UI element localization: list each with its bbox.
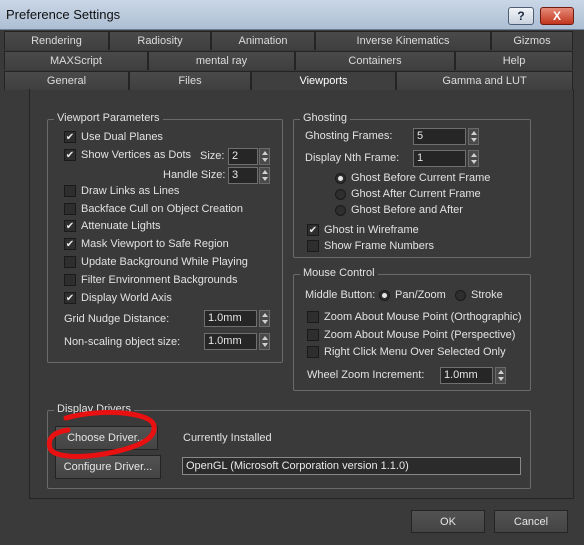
non-scaling-input[interactable]: 1.0mm [204,333,257,350]
cancel-button[interactable]: Cancel [494,510,568,533]
mouse-control-legend: Mouse Control [300,267,378,279]
tab-animation[interactable]: Animation [211,31,315,50]
tab-gizmos[interactable]: Gizmos [491,31,573,50]
ghost-before-radio[interactable] [335,173,346,184]
choose-driver-button[interactable]: Choose Driver... [55,426,158,450]
update-background-label: Update Background While Playing [81,256,248,268]
show-vertices-as-dots-checkbox[interactable]: ✔ [64,149,76,161]
close-button[interactable]: X [540,7,574,25]
mask-viewport-checkbox[interactable]: ✔ [64,238,76,250]
pan-zoom-label: Pan/Zoom [395,289,446,301]
use-dual-planes-label: Use Dual Planes [81,131,163,143]
attenuate-lights-checkbox[interactable]: ✔ [64,220,76,232]
configure-driver-button[interactable]: Configure Driver... [55,455,161,479]
draw-links-as-lines-label: Draw Links as Lines [81,185,180,197]
size-spinner[interactable] [259,148,270,165]
tab-radiosity[interactable]: Radiosity [109,31,211,50]
ok-button[interactable]: OK [411,510,485,533]
show-frame-numbers-checkbox[interactable] [307,240,319,252]
ghost-in-wireframe-checkbox[interactable]: ✔ [307,224,319,236]
currently-installed-label: Currently Installed [183,432,272,444]
tab-mental-ray[interactable]: mental ray [148,51,295,70]
right-click-menu-label: Right Click Menu Over Selected Only [324,346,506,358]
ghost-after-radio[interactable] [335,189,346,200]
display-nth-frame-label: Display Nth Frame: [305,152,400,164]
display-nth-frame-spinner[interactable] [468,150,479,167]
backface-cull-checkbox[interactable] [64,203,76,215]
pan-zoom-radio[interactable] [379,290,390,301]
draw-links-as-lines-checkbox[interactable] [64,185,76,197]
display-world-axis-label: Display World Axis [81,292,172,304]
wheel-zoom-spinner[interactable] [495,367,506,384]
handle-size-label: Handle Size: [163,169,226,181]
tab-gamma-and-lut[interactable]: Gamma and LUT [396,71,573,90]
right-click-menu-checkbox[interactable] [307,346,319,358]
middle-button-label: Middle Button: [305,289,376,301]
zoom-persp-label: Zoom About Mouse Point (Perspective) [324,329,516,341]
grid-nudge-spinner[interactable] [259,310,270,327]
handle-size-input[interactable]: 3 [228,167,258,184]
use-dual-planes-checkbox[interactable]: ✔ [64,131,76,143]
help-button[interactable]: ? [508,7,534,25]
stroke-label: Stroke [471,289,503,301]
ghosting-frames-input[interactable]: 5 [413,128,466,145]
size-label: Size: [200,150,225,162]
update-background-checkbox[interactable] [64,256,76,268]
tab-rendering[interactable]: Rendering [4,31,109,50]
tab-help[interactable]: Help [455,51,573,70]
grid-nudge-input[interactable]: 1.0mm [204,310,257,327]
ghosting-frames-spinner[interactable] [468,128,479,145]
filter-env-backgrounds-checkbox[interactable] [64,274,76,286]
viewport-parameters-legend: Viewport Parameters [54,112,163,124]
non-scaling-label: Non-scaling object size: [64,336,181,348]
show-frame-numbers-label: Show Frame Numbers [324,240,435,252]
ghost-after-label: Ghost After Current Frame [351,188,481,200]
wheel-zoom-label: Wheel Zoom Increment: [307,369,425,381]
zoom-persp-checkbox[interactable] [307,329,319,341]
non-scaling-spinner[interactable] [259,333,270,350]
tab-containers[interactable]: Containers [295,51,455,70]
display-world-axis-checkbox[interactable]: ✔ [64,292,76,304]
grid-nudge-label: Grid Nudge Distance: [64,313,170,325]
current-driver-field: OpenGL (Microsoft Corporation version 1.… [182,457,521,475]
title-bar: Preference Settings ? X [0,0,584,30]
display-drivers-legend: Display Drivers [54,403,134,415]
filter-env-backgrounds-label: Filter Environment Backgrounds [81,274,238,286]
ghosting-frames-label: Ghosting Frames: [305,130,393,142]
attenuate-lights-label: Attenuate Lights [81,220,161,232]
display-nth-frame-input[interactable]: 1 [413,150,466,167]
wheel-zoom-input[interactable]: 1.0mm [440,367,493,384]
tab-general[interactable]: General [4,71,129,90]
show-vertices-as-dots-label: Show Vertices as Dots [81,149,192,161]
tab-inverse-kinematics[interactable]: Inverse Kinematics [315,31,491,50]
zoom-ortho-checkbox[interactable] [307,311,319,323]
zoom-ortho-label: Zoom About Mouse Point (Orthographic) [324,311,522,323]
ghost-in-wireframe-label: Ghost in Wireframe [324,224,419,236]
backface-cull-label: Backface Cull on Object Creation [81,203,244,215]
tab-files[interactable]: Files [129,71,251,90]
ghost-before-label: Ghost Before Current Frame [351,172,491,184]
size-input[interactable]: 2 [228,148,258,165]
tab-maxscript[interactable]: MAXScript [4,51,148,70]
handle-size-spinner[interactable] [259,167,270,184]
ghost-before-and-after-radio[interactable] [335,205,346,216]
tab-viewports[interactable]: Viewports [251,71,396,90]
ghost-before-and-after-label: Ghost Before and After [351,204,463,216]
stroke-radio[interactable] [455,290,466,301]
ghosting-legend: Ghosting [300,112,351,124]
mask-viewport-label: Mask Viewport to Safe Region [81,238,229,250]
window-title: Preference Settings [6,7,121,22]
